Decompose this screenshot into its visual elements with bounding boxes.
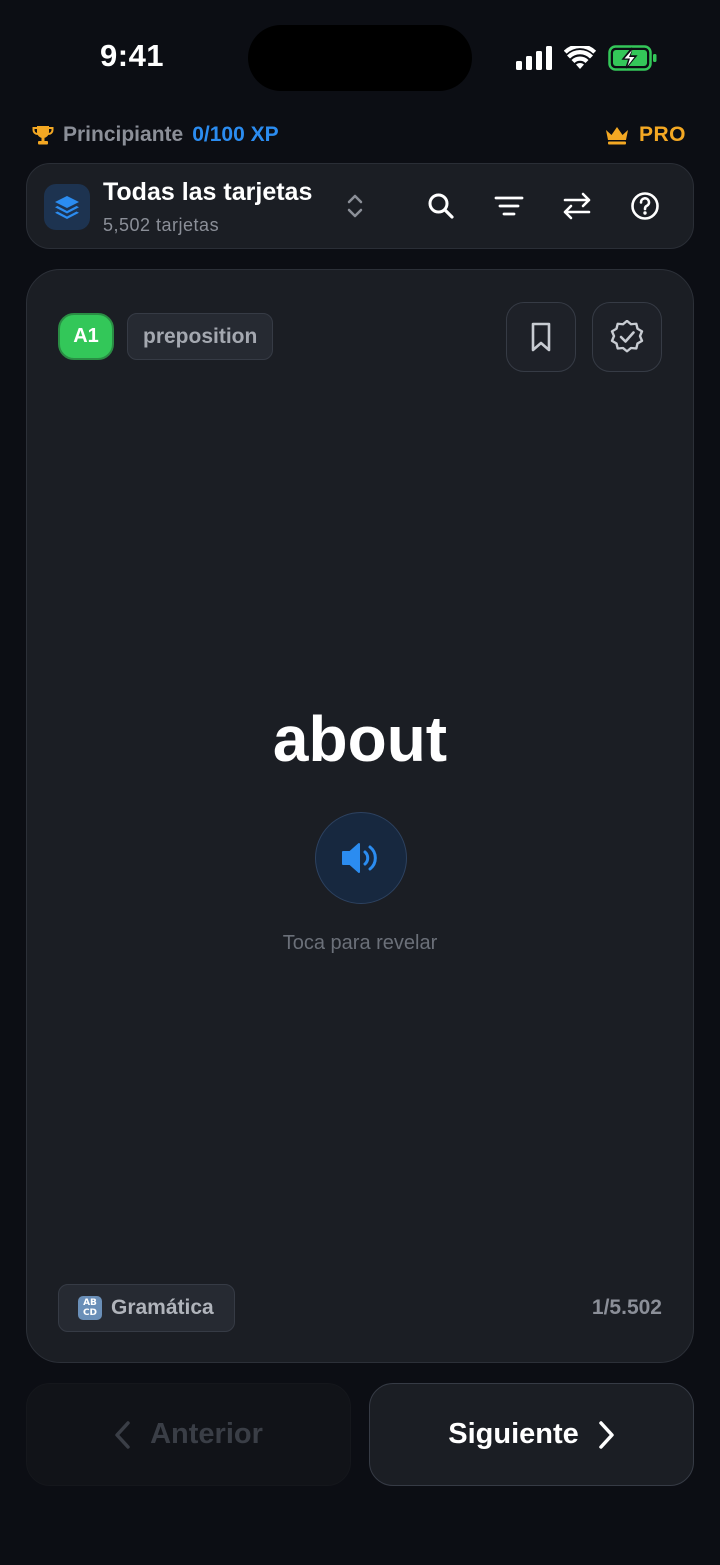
filter-button[interactable] bbox=[491, 188, 527, 224]
battery-charging-icon bbox=[608, 45, 657, 71]
speaker-icon bbox=[342, 843, 377, 873]
chevron-left-icon bbox=[115, 1420, 130, 1449]
flashcard[interactable]: A1 preposition about Toca para revelar A… bbox=[26, 269, 694, 1363]
pronounce-button[interactable] bbox=[315, 812, 407, 904]
card-counter: 1/5.502 bbox=[591, 1296, 662, 1319]
verified-badge-icon bbox=[610, 320, 644, 353]
mark-learned-button[interactable] bbox=[592, 302, 662, 372]
cellular-signal-icon bbox=[516, 46, 552, 70]
pro-button[interactable]: PRO bbox=[604, 123, 686, 147]
status-time: 9:41 bbox=[100, 38, 165, 73]
next-button[interactable]: Siguiente bbox=[369, 1383, 694, 1486]
search-button[interactable] bbox=[423, 188, 459, 224]
category-badge[interactable]: AB CD Gramática bbox=[58, 1284, 235, 1332]
progress-row: Principiante 0/100 XP PRO bbox=[32, 120, 686, 150]
category-label: Gramática bbox=[111, 1296, 214, 1319]
filter-icon bbox=[494, 196, 524, 216]
swap-icon bbox=[563, 192, 591, 220]
bookmark-icon bbox=[531, 322, 551, 352]
alphabet-icon: AB CD bbox=[78, 1296, 102, 1320]
previous-button[interactable]: Anterior bbox=[26, 1383, 351, 1486]
swap-direction-button[interactable] bbox=[559, 188, 595, 224]
wifi-icon bbox=[564, 46, 596, 69]
bookmark-button[interactable] bbox=[506, 302, 576, 372]
status-icons bbox=[516, 44, 658, 72]
reveal-hint: Toca para revelar bbox=[282, 932, 438, 954]
chevron-right-icon bbox=[599, 1420, 614, 1449]
pro-label: PRO bbox=[638, 123, 686, 146]
next-label: Siguiente bbox=[448, 1418, 579, 1450]
help-icon bbox=[631, 192, 659, 220]
trophy-icon bbox=[32, 126, 54, 145]
level-badge: A1 bbox=[58, 313, 114, 360]
part-of-speech-badge: preposition bbox=[127, 313, 274, 360]
search-icon bbox=[428, 193, 454, 219]
crown-icon bbox=[605, 127, 628, 145]
stack-icon bbox=[44, 184, 90, 230]
help-button[interactable] bbox=[627, 188, 663, 224]
deck-title[interactable]: Todas las tarjetas bbox=[103, 178, 312, 207]
flashcard-word: about bbox=[272, 703, 448, 775]
deck-card-count: 5,502 tarjetas bbox=[103, 215, 220, 235]
level-label: Principiante bbox=[63, 123, 184, 146]
xp-value: 0/100 XP bbox=[192, 123, 279, 146]
dynamic-island bbox=[248, 25, 472, 91]
chevron-up-down-icon[interactable] bbox=[344, 192, 366, 220]
previous-label: Anterior bbox=[150, 1418, 263, 1450]
deck-selector-bar: Todas las tarjetas 5,502 tarjetas bbox=[26, 163, 694, 249]
